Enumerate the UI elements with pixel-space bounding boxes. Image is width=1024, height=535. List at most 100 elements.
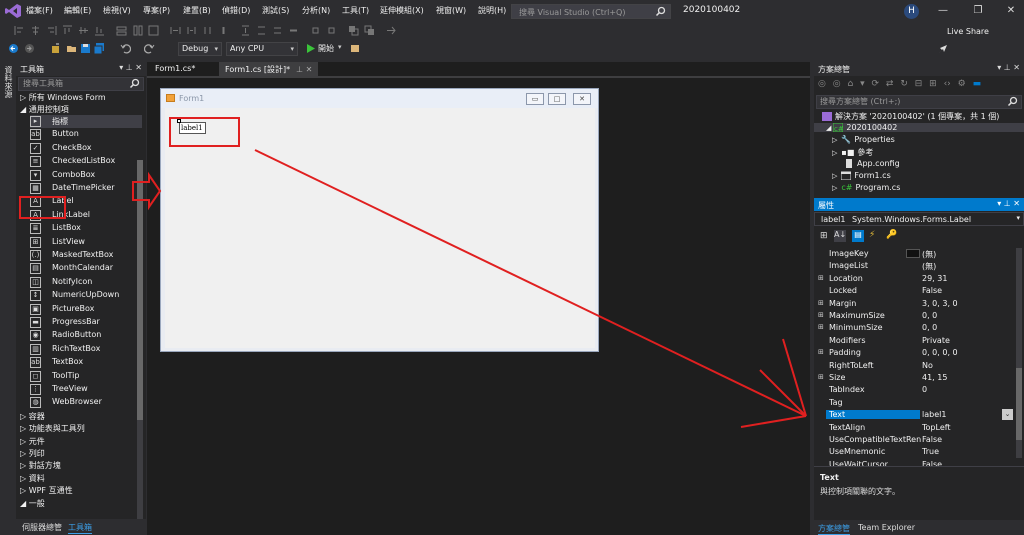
expand-icon[interactable]: ⊞ [818,348,824,356]
tree-program[interactable]: ▷ c# Program.cs [832,183,900,192]
toolbox-scroll-thumb[interactable] [137,160,143,420]
collapse-icon[interactable]: ⊟ [915,79,923,89]
tab-form1-code[interactable]: Form1.cs* [149,62,201,76]
wrench-icon[interactable]: ⚙ [958,79,966,89]
expand-icon[interactable]: ▷ [832,136,837,144]
data-sources-tab[interactable]: 資料來源 [0,62,16,535]
toolbox-group[interactable]: ◢ 一般 [20,498,45,509]
tab-order-icon[interactable] [386,25,397,36]
browser-link-icon[interactable] [350,43,361,54]
menu-test[interactable]: 測試(S) [262,5,289,16]
send-to-back-icon[interactable] [364,25,375,36]
tree-properties[interactable]: ▷ 🔧 Properties [832,135,895,144]
properties-view-icon[interactable]: ▤ [852,230,864,242]
properties-object-selector[interactable]: label1 System.Windows.Forms.Label ▾ [814,212,1024,226]
horizontal-spacing-icon[interactable] [170,25,181,36]
forward-icon[interactable]: ◎ [833,79,841,89]
expand-icon[interactable]: ▷ [832,184,837,192]
expand-icon[interactable]: ▷ [832,172,837,180]
center-vertically-icon[interactable] [326,25,337,36]
align-bottom-icon[interactable] [94,25,105,36]
code-icon[interactable]: ‹› [944,79,951,89]
toolbox-item[interactable]: ▾ ComboBox [30,169,142,182]
decrease-spacing-icon[interactable] [202,25,213,36]
pin-icon[interactable]: ▾ ⊥ ✕ [997,63,1020,72]
platform-dropdown[interactable]: Any CPU ▾ [226,42,298,56]
center-horizontally-icon[interactable] [310,25,321,36]
property-row[interactable]: ⊞ Margin 3, 0, 3, 0 [814,298,1016,310]
solution-search-input[interactable]: 搜尋方案總管 (Ctrl+;) [816,95,1022,109]
property-value[interactable]: 0, 0, 0, 0 [922,348,958,357]
categorized-icon[interactable]: ⊞ [820,231,828,241]
property-row[interactable]: Modifiers Private [814,335,1016,347]
tree-app-config[interactable]: App.config [844,159,900,168]
pending-changes-icon[interactable]: ⟳ [871,79,879,89]
properties-scrollbar[interactable] [1016,248,1022,458]
tree-solution[interactable]: 解決方案 '2020100402' (1 個專案，共 1 個) [822,111,999,122]
maximize-button[interactable]: ❐ [971,4,985,18]
toolbox-item[interactable]: ✓ CheckBox [30,142,142,155]
toolbox-item[interactable]: ab Button [30,128,142,141]
property-row[interactable]: ⊞ Location 29, 31 [814,273,1016,285]
home-icon[interactable]: ⌂ [847,79,853,89]
property-value[interactable]: True [922,447,939,456]
increase-vspacing-icon[interactable] [256,25,267,36]
toolbox-item[interactable]: ▸ 指標 [30,115,142,128]
toolbox-item[interactable]: ⊞ ListView [30,236,142,249]
property-value[interactable]: (無) [922,261,936,272]
form-minimize-button[interactable]: ▭ [526,93,544,105]
property-row[interactable]: ImageList (無) [814,260,1016,272]
property-value[interactable]: No [922,361,933,370]
preview-icon[interactable]: ▬ [973,79,982,89]
open-folder-icon[interactable] [66,43,77,54]
back-icon[interactable]: ◎ [818,79,826,89]
tab-server-explorer[interactable]: 伺服器總管 [22,522,62,533]
pin-icon[interactable]: ▾ ⊥ ✕ [997,199,1020,208]
property-value[interactable]: 3, 0, 3, 0 [922,299,958,308]
property-value[interactable]: 29, 31 [922,274,947,283]
property-value[interactable]: Private [922,336,950,345]
solution-config-dropdown[interactable]: Debug ▾ [178,42,222,56]
menu-window[interactable]: 視窗(W) [436,5,466,16]
chevron-down-icon[interactable]: ▾ [338,43,342,51]
align-center-icon[interactable] [30,25,41,36]
toolbox-group[interactable]: ▷ 資料 [20,473,45,484]
toolbox-item[interactable]: ▥ RichTextBox [30,343,142,356]
property-value[interactable]: False [922,286,942,295]
toolbox-item[interactable]: ≣ ListBox [30,222,142,235]
property-row[interactable]: ⊞ Size 41, 15 [814,372,1016,384]
align-right-icon[interactable] [46,25,57,36]
close-button[interactable]: ✕ [1004,4,1018,18]
property-row[interactable]: Locked False [814,285,1016,297]
menu-project[interactable]: 專案(P) [143,5,170,16]
save-icon[interactable] [80,43,91,54]
menu-help[interactable]: 說明(H) [478,5,506,16]
remove-spacing-icon[interactable] [218,25,229,36]
align-top-icon[interactable] [62,25,73,36]
save-all-icon[interactable] [94,43,105,54]
property-row[interactable]: TabIndex 0 [814,384,1016,396]
expand-icon[interactable]: ⊞ [818,373,824,381]
toolbox-item[interactable]: A LinkLabel [30,209,142,222]
bring-to-front-icon[interactable] [348,25,359,36]
property-row[interactable]: RightToLeft No [814,360,1016,372]
menu-extensions[interactable]: 延伸模組(X) [380,5,424,16]
events-icon[interactable]: ⚡ [869,230,875,240]
increase-spacing-icon[interactable] [186,25,197,36]
toolbox-item[interactable]: A Label [30,195,142,208]
property-value[interactable]: 0, 0 [922,311,937,320]
decrease-vspacing-icon[interactable] [272,25,283,36]
redo-icon[interactable] [144,43,155,54]
expand-icon[interactable]: ⊞ [818,299,824,307]
toolbox-item[interactable]: ⋮ TreeView [30,383,142,396]
show-all-icon[interactable]: ⊞ [929,79,937,89]
live-share-button[interactable]: Live Share [947,27,989,36]
menu-edit[interactable]: 編輯(E) [64,5,91,16]
toolbox-item[interactable]: ◉ RadioButton [30,329,142,342]
property-value[interactable]: 0 [922,385,927,394]
menu-build[interactable]: 建置(B) [183,5,211,16]
refresh-icon[interactable]: ↻ [900,79,908,89]
toolbox-item[interactable]: ◍ WebBrowser [30,396,142,409]
menu-file[interactable]: 檔案(F) [26,5,53,16]
property-value[interactable]: label1 [922,410,946,419]
